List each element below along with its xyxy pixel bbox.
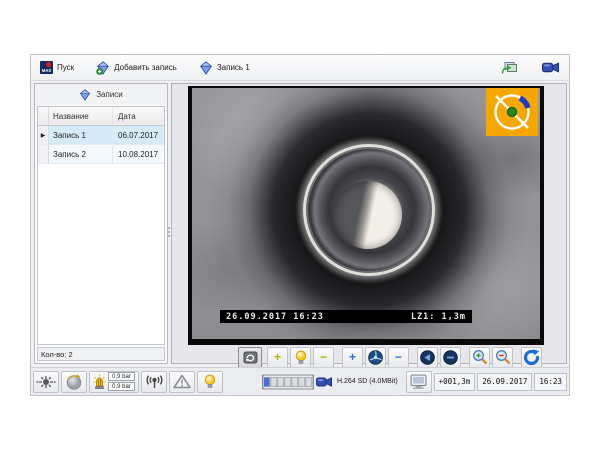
light-increase-button[interactable]: + xyxy=(267,347,288,368)
start-button[interactable]: MAS Пуск xyxy=(37,59,77,76)
aperture-icon xyxy=(368,350,383,365)
pressure-value-bottom: 0,9 bar xyxy=(108,382,135,391)
light-button[interactable] xyxy=(290,347,311,368)
overlay-distance: LZ1: 1,3m xyxy=(411,312,466,322)
focus-near-icon xyxy=(420,350,435,365)
lamp-bulb-icon xyxy=(295,350,307,365)
camera-head-sphere-icon xyxy=(65,374,83,390)
add-record-button[interactable]: Добавить запись xyxy=(93,59,180,77)
warning-button[interactable] xyxy=(169,371,195,393)
plus-icon: + xyxy=(349,351,356,363)
brightness-sun-icon xyxy=(36,375,56,389)
column-header-date[interactable]: Дата xyxy=(113,112,164,121)
column-header-name[interactable]: Название xyxy=(49,107,113,125)
main-toolbar: MAS Пуск Добавить запись Запись 1 xyxy=(31,55,569,81)
sonde-antenna-icon xyxy=(146,375,163,389)
record-diamond-icon xyxy=(79,89,91,101)
video-frame: 26.09.2017 16:23 LZ1: 1,3m xyxy=(188,86,544,345)
app-window: MAS Пуск Добавить запись Запись 1 Записи… xyxy=(30,54,570,396)
sonde-button[interactable] xyxy=(141,371,167,393)
record-diamond-icon xyxy=(199,61,213,75)
brightness-button[interactable] xyxy=(33,371,59,393)
records-panel-header: Записи xyxy=(35,84,167,105)
pressure-group[interactable]: 0,9 bar 0,9 bar xyxy=(89,371,139,393)
minus-icon: − xyxy=(395,351,402,363)
video-camera-icon xyxy=(542,61,559,74)
monitor-button[interactable] xyxy=(406,371,432,393)
records-count: Кол-во: 2 xyxy=(37,347,165,361)
selected-row-marker: ▶ xyxy=(38,126,49,144)
focus-far-button[interactable] xyxy=(440,347,461,368)
lamp-bulb-icon xyxy=(204,374,216,389)
compass-orientation-icon xyxy=(486,88,538,136)
start-label: Пуск xyxy=(57,63,74,72)
reset-zoom-icon xyxy=(523,349,540,366)
record-date: 10.08.2017 xyxy=(113,150,164,159)
records-table: Название Дата ▶ Запись 1 06.07.2017 Запи… xyxy=(37,106,165,345)
focus-near-button[interactable] xyxy=(417,347,438,368)
records-panel: Записи Название Дата ▶ Запись 1 06.07.20… xyxy=(34,83,168,364)
row-gutter xyxy=(38,107,49,125)
lamp-button[interactable] xyxy=(197,371,223,393)
records-panel-title: Записи xyxy=(96,90,123,99)
current-record-label: Запись 1 xyxy=(217,63,250,72)
video-toolbar: + − + − xyxy=(238,346,542,368)
zoom-out-button[interactable] xyxy=(492,347,513,368)
video-panel: 26.09.2017 16:23 LZ1: 1,3m + − xyxy=(171,83,567,364)
zoom-in-button[interactable] xyxy=(469,347,490,368)
record-video-button[interactable] xyxy=(538,59,563,76)
record-name: Запись 1 xyxy=(49,126,113,144)
aperture-button[interactable] xyxy=(365,347,386,368)
codec-label: H.264 SD (4.0MBit) xyxy=(337,378,398,385)
video-camera-icon xyxy=(316,376,332,388)
light-decrease-button[interactable]: − xyxy=(313,347,334,368)
plus-icon: + xyxy=(274,351,281,363)
rotate-view-button[interactable] xyxy=(238,347,262,368)
record-date: 06.07.2017 xyxy=(113,131,164,140)
pressure-readouts: 0,9 bar 0,9 bar xyxy=(108,372,135,391)
film-strip-icon xyxy=(262,373,314,391)
row-gutter xyxy=(38,145,49,163)
camera-head-button[interactable] xyxy=(61,371,87,393)
focus-far-icon xyxy=(443,350,458,365)
pipe-opening xyxy=(334,181,402,249)
aperture-increase-button[interactable]: + xyxy=(342,347,363,368)
table-row[interactable]: Запись 2 10.08.2017 xyxy=(38,145,164,164)
date-readout: 26.09.2017 xyxy=(477,373,532,391)
rotate-view-icon xyxy=(243,351,258,364)
video-overlay-bar: 26.09.2017 16:23 LZ1: 1,3m xyxy=(220,310,472,323)
svg-text:MAS: MAS xyxy=(42,68,52,73)
aperture-decrease-button[interactable]: − xyxy=(388,347,409,368)
time-readout: 16:23 xyxy=(534,373,567,391)
minus-icon: − xyxy=(320,351,327,363)
distance-readout: +001,3m xyxy=(434,373,476,391)
warning-triangle-icon xyxy=(173,374,191,389)
pipe-video-feed: 26.09.2017 16:23 LZ1: 1,3m xyxy=(192,88,540,339)
zoom-reset-button[interactable] xyxy=(521,347,542,368)
current-record-button[interactable]: Запись 1 xyxy=(196,59,253,77)
monitor-icon xyxy=(410,374,427,390)
add-record-diamond-icon xyxy=(96,61,110,75)
mas-logo-icon: MAS xyxy=(40,61,53,74)
zoom-in-magnifier-icon xyxy=(472,349,488,365)
zoom-out-magnifier-icon xyxy=(495,349,511,365)
table-row[interactable]: ▶ Запись 1 06.07.2017 xyxy=(38,126,164,145)
beacon-lamp-icon xyxy=(93,374,106,390)
photo-export-icon xyxy=(501,61,518,75)
overlay-datetime: 26.09.2017 16:23 xyxy=(226,312,324,322)
pressure-value-top: 0,9 bar xyxy=(108,372,135,381)
add-record-label: Добавить запись xyxy=(114,63,177,72)
status-bar: 0,9 bar 0,9 bar H.264 SD (4.0MBit) +001,… xyxy=(31,367,569,395)
records-table-header: Название Дата xyxy=(38,107,164,126)
snapshot-export-button[interactable] xyxy=(497,59,522,77)
record-name: Запись 2 xyxy=(49,145,113,163)
